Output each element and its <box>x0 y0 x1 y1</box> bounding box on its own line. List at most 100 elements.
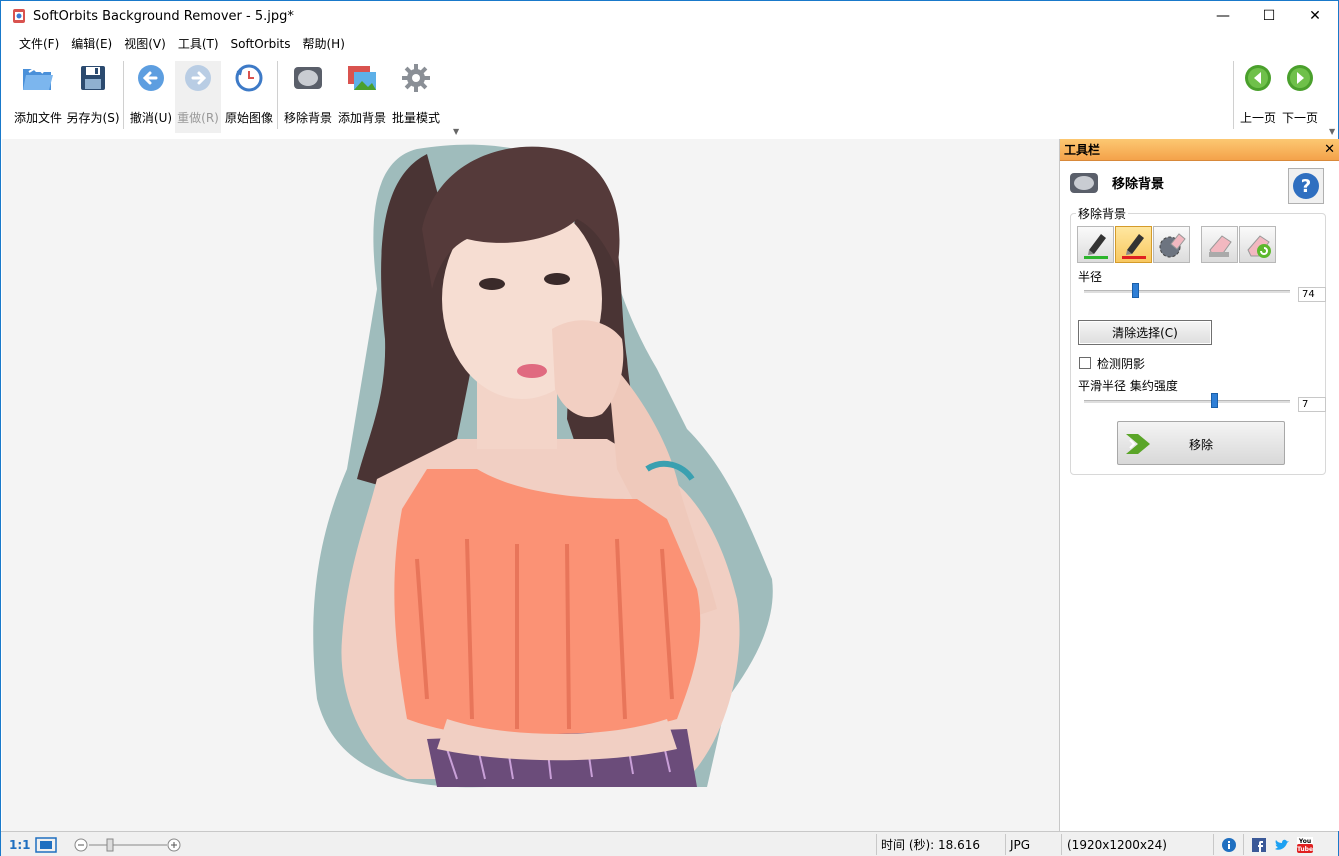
clear-selection-button[interactable]: 清除选择(C) <box>1078 320 1212 345</box>
add-background-button[interactable]: 添加背景 <box>337 61 387 133</box>
batch-mode-label: 批量模式 <box>391 111 440 125</box>
help-question-icon: ? <box>1293 173 1319 199</box>
info-icon <box>1222 837 1236 852</box>
status-divider <box>1005 834 1006 855</box>
radius-slider[interactable] <box>1084 283 1290 299</box>
toolbar-overflow-icon[interactable]: ▼ <box>1329 127 1335 136</box>
menu-view[interactable]: 视图(V) <box>118 31 172 57</box>
save-as-label: 另存为(S) <box>66 111 120 125</box>
toolbar-divider <box>123 61 124 129</box>
radius-slider-track <box>1084 290 1290 293</box>
zoom-slider-graphic <box>74 838 181 851</box>
green-marker-icon <box>1083 233 1108 259</box>
close-button[interactable]: ✕ <box>1292 1 1338 31</box>
batch-mode-button[interactable]: 批量模式 <box>391 61 441 133</box>
arrow-right-icon <box>1283 61 1317 95</box>
eraser-gear-icon <box>1159 232 1186 257</box>
info-button[interactable] <box>1221 832 1237 856</box>
undo-label: 撤消(U) <box>129 111 173 125</box>
photo-image <box>313 144 773 788</box>
remove-background-label: 移除背景 <box>283 111 332 125</box>
status-bar: 1:1 时间 (秒): 18.616 JPG (1920x1200x24) Yo… <box>1 831 1338 856</box>
add-file-label: 添加文件 <box>13 111 62 125</box>
youtube-icon: You Tube <box>1297 836 1313 853</box>
redo-button[interactable]: 重做(R) <box>175 61 221 133</box>
facebook-icon <box>1252 837 1266 852</box>
gear-icon <box>399 61 433 95</box>
radius-value-field[interactable]: 74 <box>1298 287 1326 302</box>
add-file-button[interactable]: 添加文件 <box>11 61 65 133</box>
redo-label: 重做(R) <box>177 111 219 125</box>
radius-slider-thumb[interactable] <box>1132 283 1139 298</box>
status-divider <box>1243 834 1244 855</box>
group-label: 移除背景 <box>1076 205 1129 222</box>
save-as-button[interactable]: 另存为(S) <box>66 61 120 133</box>
remove-brush-button[interactable] <box>1115 226 1152 263</box>
remove-button-label: 移除 <box>1188 438 1213 452</box>
smooth-label: 平滑半径 集约强度 <box>1078 379 1178 393</box>
next-page-label: 下一页 <box>1281 111 1318 125</box>
remove-background-button[interactable]: 移除背景 <box>283 61 333 133</box>
auto-eraser-button[interactable] <box>1153 226 1190 263</box>
status-divider <box>1213 834 1214 855</box>
minimize-button[interactable]: — <box>1200 1 1246 31</box>
detect-shadow-checkbox[interactable] <box>1079 357 1091 369</box>
help-button[interactable]: ? <box>1288 168 1324 204</box>
status-divider <box>1061 834 1062 855</box>
twitter-icon <box>1275 839 1289 850</box>
erase-refresh-button[interactable] <box>1239 226 1276 263</box>
title-bar: SoftOrbits Background Remover - 5.jpg* —… <box>1 1 1338 31</box>
toolbar: 添加文件 另存为(S) 撤消(U) 重做(R) 原始图像 移除背景 添加背景 批… <box>1 57 1338 137</box>
eraser-refresh-icon <box>1246 234 1271 258</box>
add-background-label: 添加背景 <box>337 111 386 125</box>
facebook-button[interactable] <box>1252 832 1266 856</box>
fit-window-icon <box>35 836 57 853</box>
smooth-slider-track <box>1084 400 1290 403</box>
menu-file[interactable]: 文件(F) <box>13 31 65 57</box>
panel-title: 工具栏 <box>1064 143 1101 157</box>
twitter-button[interactable] <box>1274 832 1290 856</box>
app-window: SoftOrbits Background Remover - 5.jpg* —… <box>0 0 1339 856</box>
toolbar-divider <box>1233 61 1234 129</box>
red-marker-icon <box>1121 233 1146 259</box>
processing-time: 时间 (秒): 18.616 <box>881 838 981 852</box>
redo-arrow-icon <box>181 61 215 95</box>
smooth-slider-thumb[interactable] <box>1211 393 1218 408</box>
fit-to-window-button[interactable] <box>35 832 57 856</box>
remove-background-icon <box>1070 173 1098 193</box>
next-page-button[interactable]: 下一页 <box>1280 61 1320 133</box>
arrow-left-icon <box>1241 61 1275 95</box>
keep-brush-button[interactable] <box>1077 226 1114 263</box>
previous-page-button[interactable]: 上一页 <box>1238 61 1278 133</box>
remove-button[interactable]: 移除 <box>1117 421 1285 465</box>
panel-close-icon[interactable]: ✕ <box>1324 142 1335 157</box>
maximize-button[interactable]: ☐ <box>1246 1 1292 31</box>
svg-text:Tube: Tube <box>1297 846 1313 853</box>
menu-softorbits[interactable]: SoftOrbits <box>225 31 297 57</box>
menu-edit[interactable]: 编辑(E) <box>65 31 118 57</box>
menu-help[interactable]: 帮助(H) <box>296 31 350 57</box>
eraser-button[interactable] <box>1201 226 1238 263</box>
original-image-button[interactable]: 原始图像 <box>223 61 275 133</box>
undo-button[interactable]: 撤消(U) <box>129 61 173 133</box>
zoom-slider[interactable] <box>73 832 183 856</box>
image-canvas[interactable] <box>2 139 1059 831</box>
zoom-1to1-button[interactable]: 1:1 <box>9 832 31 856</box>
detect-shadow-label: 检测阴影 <box>1097 357 1146 371</box>
image-dimensions: (1920x1200x24) <box>1067 837 1167 852</box>
previous-page-label: 上一页 <box>1239 111 1276 125</box>
app-icon <box>13 9 25 23</box>
svg-text:You: You <box>1298 838 1311 845</box>
eraser-icon <box>1208 234 1232 257</box>
toolbar-overflow-icon[interactable]: ▼ <box>453 127 459 136</box>
open-folder-icon <box>21 61 55 95</box>
undo-arrow-icon <box>134 61 168 95</box>
smooth-slider[interactable] <box>1084 393 1290 409</box>
add-background-icon <box>345 61 379 95</box>
menu-tools[interactable]: 工具(T) <box>172 31 225 57</box>
window-title: SoftOrbits Background Remover - 5.jpg* <box>33 8 294 24</box>
smooth-value-field[interactable]: 7 <box>1298 397 1326 412</box>
menu-bar: 文件(F) 编辑(E) 视图(V) 工具(T) SoftOrbits 帮助(H) <box>1 31 1338 57</box>
youtube-button[interactable]: You Tube <box>1296 832 1314 856</box>
remove-background-icon <box>291 61 325 95</box>
